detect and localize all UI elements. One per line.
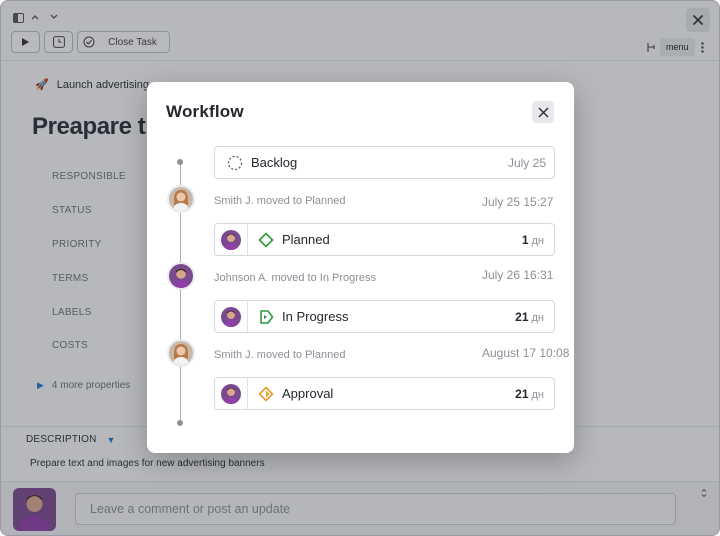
duration-unit: дн: [531, 388, 545, 401]
duration-value: 21: [515, 309, 529, 324]
timeline-start-dot: [177, 159, 183, 165]
event-time: August 17 10:08: [482, 346, 570, 360]
event-avatar: [167, 262, 195, 290]
duration-unit: дн: [531, 234, 545, 247]
close-icon: [537, 106, 549, 118]
approval-diamond-icon: [257, 385, 275, 403]
timeline-end-dot: [177, 420, 183, 426]
stage-assignee-cell: [215, 301, 248, 332]
stage-duration: 21 дн: [515, 310, 544, 324]
diamond-icon: [257, 231, 275, 249]
event-avatar: [167, 185, 195, 213]
assignee-avatar: [221, 229, 241, 250]
stage-date: July 25: [507, 155, 546, 170]
stage-name: Planned: [282, 232, 330, 247]
stage-name: Approval: [282, 386, 334, 401]
assignee-avatar: [221, 306, 241, 327]
stage-backlog[interactable]: Backlog July 25: [214, 146, 555, 179]
assignee-avatar: [221, 383, 241, 404]
event-avatar: [167, 339, 195, 367]
event-text: Johnson A. moved to In Progress: [214, 272, 377, 284]
stage-name: In Progress: [282, 309, 349, 324]
stage-name: Backlog: [251, 155, 298, 170]
dialog-close-button[interactable]: [532, 101, 554, 123]
event-text: Smith J. moved to Planned: [214, 349, 346, 361]
stage-planned[interactable]: Planned 1 дн: [214, 223, 555, 256]
duration-unit: дн: [531, 311, 545, 324]
event-text: Smith J. moved to Planned: [214, 195, 346, 207]
stage-assignee-cell: [215, 224, 248, 255]
progress-tag-icon: [257, 308, 275, 326]
workflow-dialog: Workflow Backlog July 25 Smith J. moved …: [147, 82, 574, 453]
stage-in-progress[interactable]: In Progress 21 дн: [214, 300, 555, 333]
event-time: July 25 15:27: [482, 195, 554, 209]
stage-assignee-cell: [215, 378, 248, 409]
duration-value: 21: [515, 386, 529, 401]
dashed-circle-icon: [226, 154, 244, 172]
dialog-title: Workflow: [166, 102, 244, 121]
duration-value: 1: [521, 232, 529, 247]
stage-approval[interactable]: Approval 21 дн: [214, 377, 555, 410]
stage-duration: 1 дн: [522, 233, 544, 247]
stage-duration: 21 дн: [515, 387, 544, 401]
event-time: July 26 16:31: [482, 268, 554, 282]
